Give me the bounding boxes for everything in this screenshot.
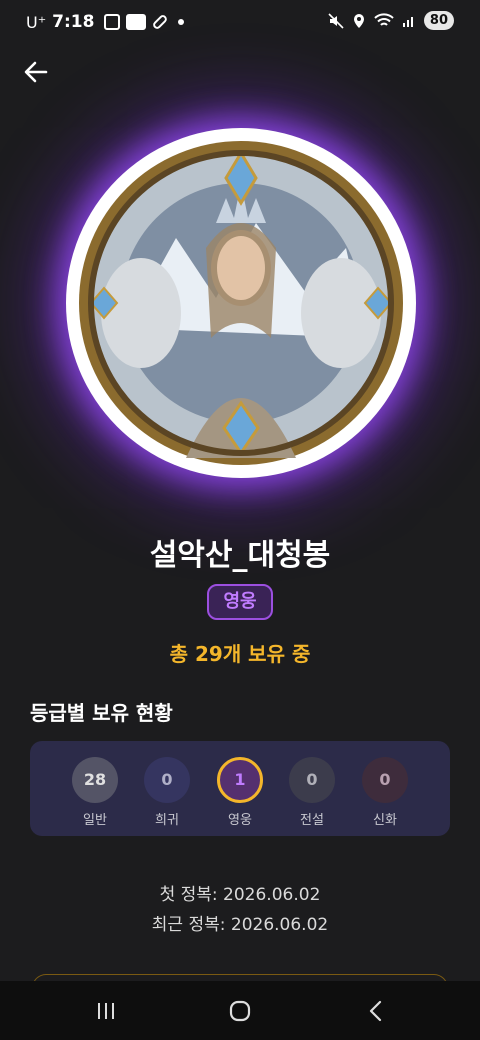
app-notification-icon [126,14,147,30]
arrow-left-icon[interactable] [22,58,50,86]
grade-count-circle: 1 [217,757,263,803]
grade-rare: 0 희귀 [137,757,197,828]
mute-icon [328,12,344,29]
screenshot-icon [104,14,121,30]
grade-hero: 1 영웅 [210,757,270,828]
ice-queen-emblem [79,141,403,465]
grade-count-circle: 0 [289,757,335,803]
grade-label: 전설 [300,813,324,828]
nav-back-icon[interactable] [360,995,392,1027]
landmark-name: 설악산_대청봉 [149,538,331,573]
grade-count-circle: 0 [144,757,190,803]
latest-capture-date: 최근 정복: 2026.06.02 [151,915,329,935]
signal-icon [402,16,413,27]
more-notifications-icon [178,19,185,25]
grade-section-title: 등급별 보유 현황 [30,701,173,725]
status-right: 80 [328,11,454,30]
status-left: U⁺ 7:18 [26,12,185,32]
grade-count-circle: 28 [72,757,118,803]
grade-label: 일반 [83,813,107,828]
grade-label: 신화 [373,813,397,828]
grade-label: 희귀 [155,813,179,828]
status-bar: U⁺ 7:18 80 [0,0,480,44]
grade-count-circle: 0 [362,757,408,803]
location-icon [353,13,364,28]
home-icon[interactable] [224,995,256,1027]
owned-count: 총 29개 보유 중 [169,642,311,666]
pill-icon [151,13,169,31]
capture-dates: 첫 정복: 2026.06.02 최근 정복: 2026.06.02 [0,880,480,940]
grade-panel: 28 일반 0 희귀 1 영웅 0 전설 0 신화 [30,741,450,836]
grade-normal: 28 일반 [65,757,125,828]
grade-myth: 0 신화 [355,757,415,828]
grade-badge: 영웅 [207,584,273,620]
grade-label: 영웅 [228,813,252,828]
system-nav-bar [0,981,480,1040]
wifi-icon [374,12,394,26]
avatar [66,128,416,478]
recent-apps-icon[interactable] [90,995,122,1027]
clock: 7:18 [52,12,95,32]
first-capture-date: 첫 정복: 2026.06.02 [159,885,321,905]
battery-indicator: 80 [423,11,454,30]
grade-legend: 0 전설 [282,757,342,828]
carrier-label: U⁺ [26,12,47,32]
